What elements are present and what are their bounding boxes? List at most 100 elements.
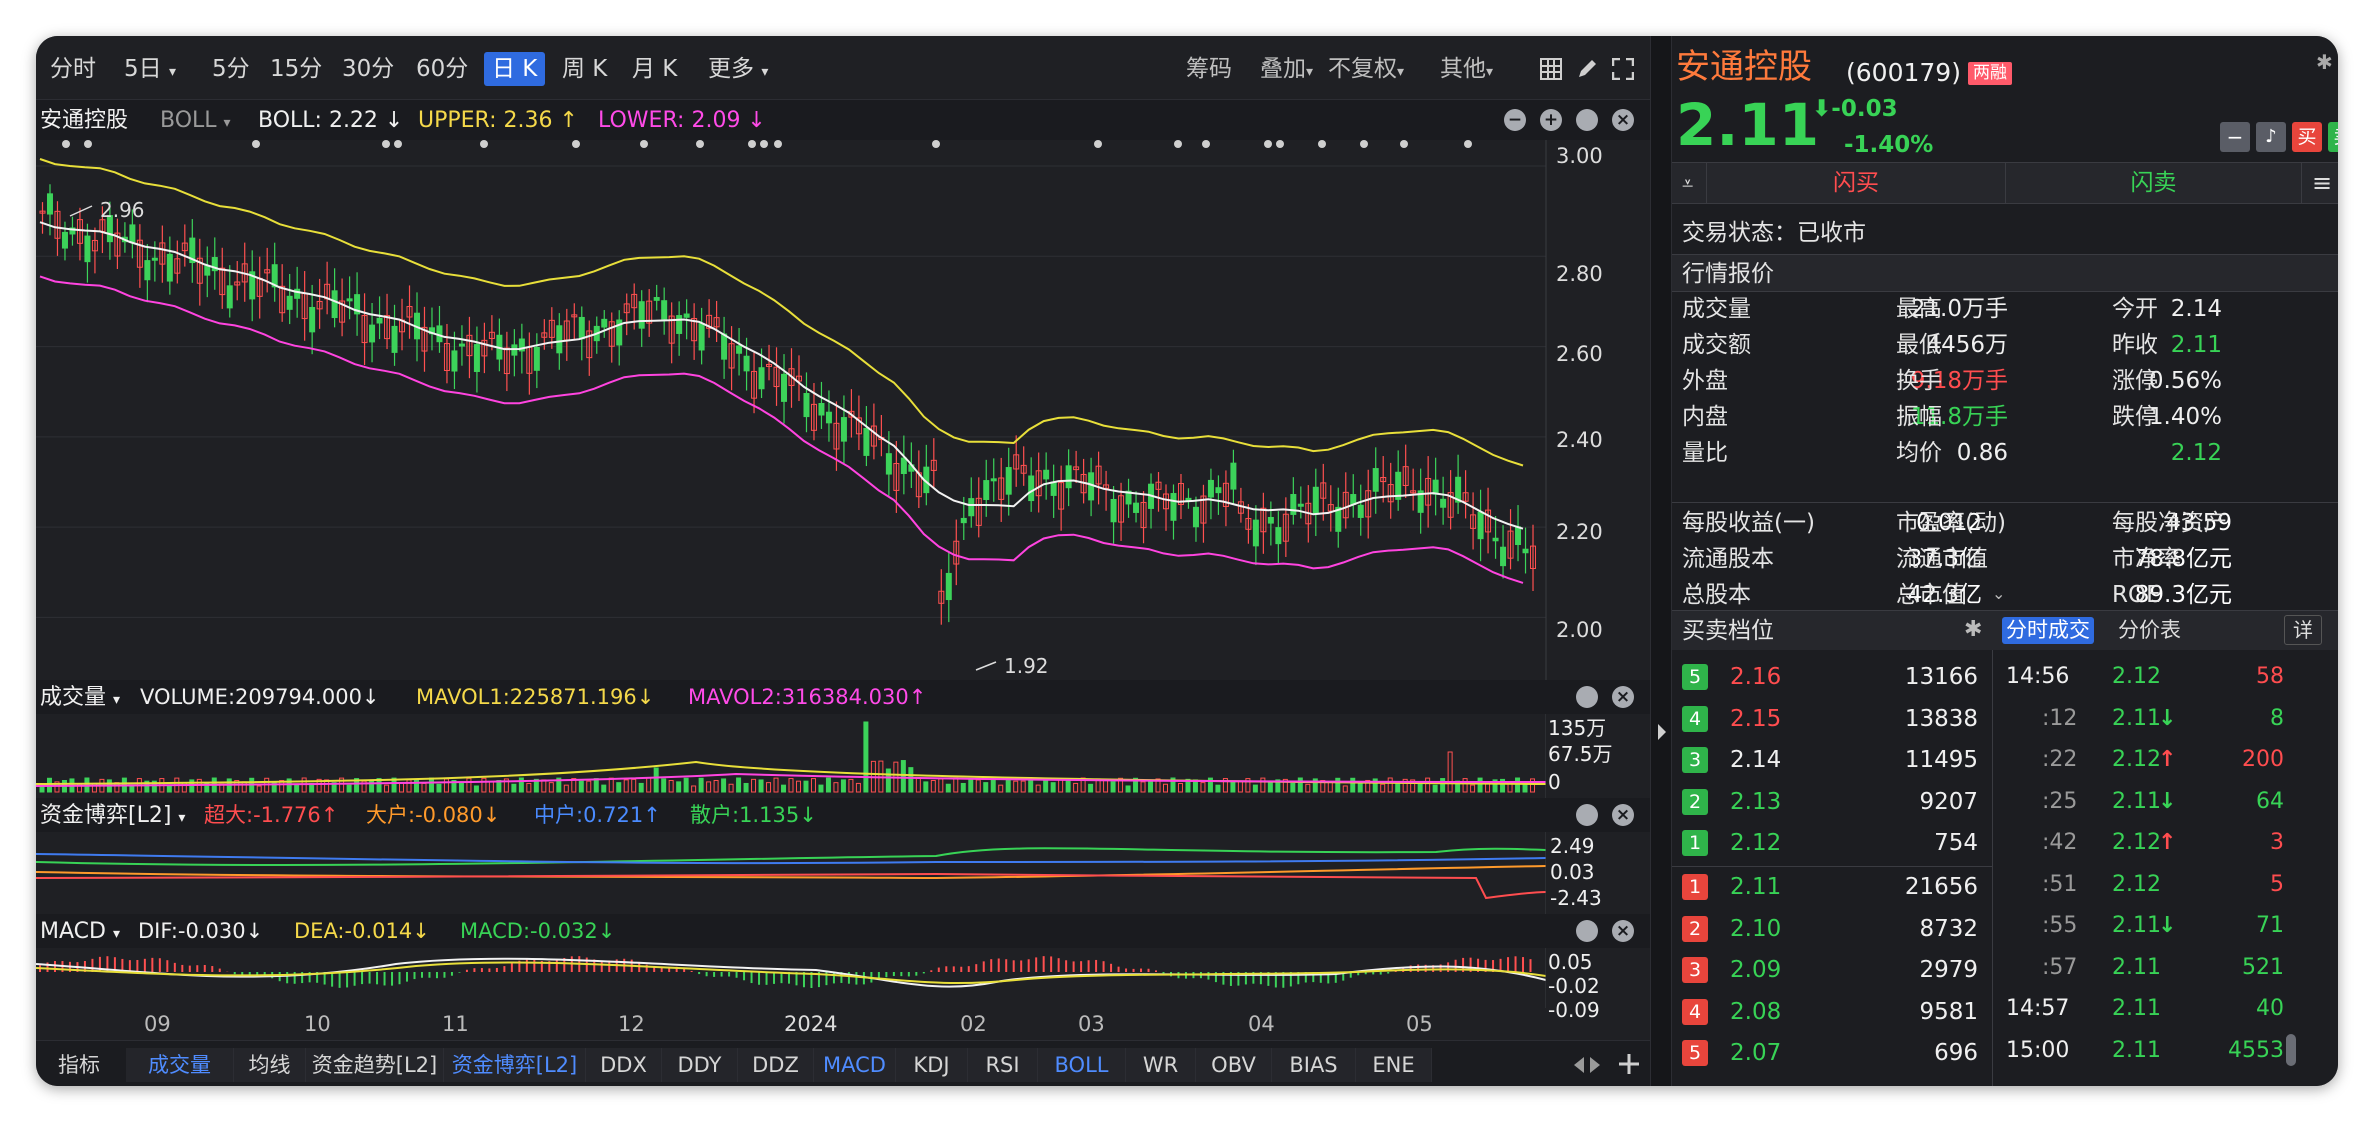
tick-time: :57: [2042, 954, 2078, 980]
gear-icon[interactable]: [1576, 686, 1598, 708]
volume-bar: [1522, 783, 1528, 793]
fullscreen-icon[interactable]: [1612, 58, 1634, 80]
gear-icon[interactable]: [1576, 804, 1598, 826]
volume-bar: [593, 778, 599, 793]
indicator-tab[interactable]: KDJ: [896, 1048, 968, 1082]
other-dropdown[interactable]: 其他▾: [1440, 52, 1493, 86]
volume-bar: [1335, 777, 1341, 793]
tab-daily-k[interactable]: 日 K: [484, 52, 546, 86]
macd-title[interactable]: MACD ▾: [40, 921, 120, 943]
boll-selector[interactable]: BOLL ▾: [160, 110, 231, 132]
tab-price-table[interactable]: 分价表: [2118, 620, 2181, 641]
low-arrow: [975, 661, 997, 671]
event-dot: [696, 140, 704, 148]
event-dot: [84, 140, 92, 148]
tab-15min[interactable]: 15分: [262, 52, 330, 86]
indicator-tab[interactable]: 均线: [234, 1048, 306, 1082]
indicator-tab[interactable]: 资金趋势[L2]: [306, 1048, 444, 1082]
tick-list-scrollbar[interactable]: [2286, 1034, 2296, 1066]
volume-bar: [346, 784, 352, 793]
tab-intraday[interactable]: 分时: [42, 52, 104, 86]
close-icon[interactable]: ×: [1612, 686, 1634, 708]
event-dot: [760, 140, 768, 148]
tab-weekly-k[interactable]: 周 K: [554, 52, 615, 86]
indicator-tab[interactable]: BOLL: [1038, 1048, 1126, 1082]
fund-title[interactable]: 资金博弈[L2] ▾: [40, 805, 185, 827]
gear-icon[interactable]: [1576, 920, 1598, 942]
tab-5min[interactable]: 5分: [204, 52, 258, 86]
volume-bar: [1013, 780, 1019, 793]
bell-icon[interactable]: ♪: [2256, 122, 2286, 152]
candle-body: [781, 373, 788, 402]
candle-body: [960, 517, 967, 524]
scroll-left-icon[interactable]: [1572, 1055, 1586, 1075]
candle-body: [1492, 537, 1499, 542]
grid-layout-icon[interactable]: [1540, 58, 1562, 80]
chip-distribution-button[interactable]: 筹码: [1186, 52, 1232, 86]
draw-pen-icon[interactable]: [1576, 58, 1598, 80]
overlay-dropdown[interactable]: 叠加▾: [1260, 52, 1313, 86]
add-indicator-icon[interactable]: [1618, 1053, 1640, 1075]
tab-30min[interactable]: 30分: [334, 52, 402, 86]
indicator-tab[interactable]: RSI: [968, 1048, 1038, 1082]
collapse-arrow-icon[interactable]: [1656, 722, 1668, 742]
minimize-icon[interactable]: −: [2220, 122, 2250, 152]
buy-button[interactable]: 买: [2292, 122, 2322, 152]
y-tick: 2.40: [1556, 428, 1603, 452]
volume-bar: [1447, 751, 1453, 793]
candle-body: [309, 306, 316, 333]
detail-button[interactable]: 详: [2284, 615, 2322, 645]
candle-body: [968, 498, 975, 517]
tab-60min[interactable]: 60分: [408, 52, 476, 86]
sell-button[interactable]: 卖: [2328, 122, 2338, 152]
indicator-tab[interactable]: 资金博弈[L2]: [444, 1048, 586, 1082]
fin-label: ROE: [2112, 582, 2161, 608]
close-icon[interactable]: ×: [1612, 804, 1634, 826]
tab-5day[interactable]: 5日 ▾: [116, 52, 184, 86]
boll-value: BOLL: 2.22 ↓: [258, 108, 404, 133]
volume-bar: [968, 778, 974, 793]
order-volume: 11495: [1904, 747, 1978, 773]
indicator-tab[interactable]: WR: [1126, 1048, 1196, 1082]
indicator-tab[interactable]: DDX: [586, 1048, 662, 1082]
scroll-right-icon[interactable]: [1588, 1055, 1602, 1075]
volume-bar: [1515, 777, 1521, 793]
adjust-dropdown[interactable]: 不复权▾: [1328, 52, 1404, 86]
tab-monthly-k[interactable]: 月 K: [624, 52, 685, 86]
close-icon[interactable]: ×: [1612, 109, 1634, 131]
volume-bar: [698, 777, 704, 793]
volume-bar: [923, 781, 929, 793]
gear-icon[interactable]: ✱: [1964, 617, 1982, 642]
indicator-tab[interactable]: BIAS: [1272, 1048, 1356, 1082]
minus-icon[interactable]: −: [1504, 109, 1526, 131]
indicator-tab[interactable]: 成交量: [126, 1048, 234, 1082]
event-dot: [382, 140, 390, 148]
indicator-tab[interactable]: DDY: [662, 1048, 738, 1082]
y-tick: 2.20: [1556, 520, 1603, 544]
plus-icon[interactable]: +: [1540, 109, 1562, 131]
candle-body: [1028, 475, 1035, 502]
tab-tick-trades[interactable]: 分时成交: [2002, 617, 2094, 644]
gear-icon[interactable]: [1576, 109, 1598, 131]
indicator-tab[interactable]: DDZ: [738, 1048, 814, 1082]
quote-value: 2.12: [2170, 440, 2222, 466]
tick-time: 14:57: [2006, 996, 2070, 1021]
indicator-tab[interactable]: OBV: [1196, 1048, 1272, 1082]
indicator-tab[interactable]: ENE: [1356, 1048, 1432, 1082]
flash-sell-button[interactable]: 闪卖: [2006, 163, 2302, 203]
chevron-down-icon[interactable]: ⌄: [1992, 584, 2005, 603]
indicator-tab[interactable]: MACD: [814, 1048, 896, 1082]
flash-buy-button[interactable]: 闪买: [1706, 163, 2006, 203]
volume-title[interactable]: 成交量 ▾: [40, 687, 120, 709]
y-tick: 2.60: [1556, 342, 1603, 366]
gear-icon[interactable]: ✱: [2316, 50, 2333, 74]
y-tick: 0.05: [1548, 950, 1593, 974]
volume-bar: [998, 784, 1004, 793]
close-icon[interactable]: ×: [1612, 920, 1634, 942]
volume-bar: [638, 782, 644, 793]
menu-icon[interactable]: ≡: [2312, 169, 2332, 197]
expand-icon[interactable]: ⩡: [1682, 171, 1693, 195]
fund-flow-chart: [36, 832, 1546, 914]
panel-divider: [1650, 36, 1672, 1086]
more-periods-dropdown[interactable]: 更多 ▾: [700, 52, 776, 86]
